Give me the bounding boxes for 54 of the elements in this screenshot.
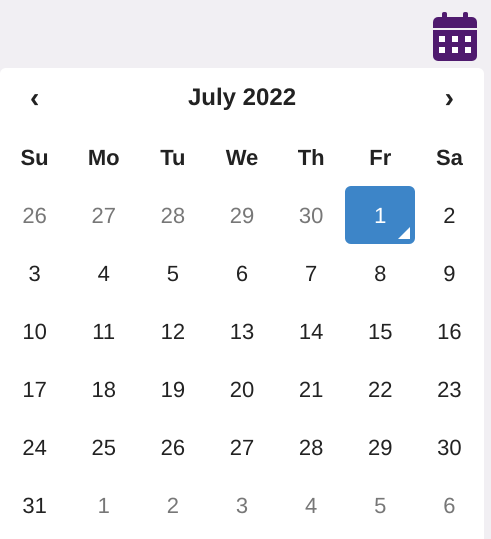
day-cell[interactable]: 2 [138,476,208,534]
day-cell[interactable]: 1 [68,476,139,534]
day-cell[interactable]: 7 [276,244,346,302]
day-cell[interactable]: 12 [138,302,208,360]
day-cell[interactable]: 20 [207,360,277,418]
day-cell[interactable]: 30 [414,418,484,476]
day-cell[interactable]: 17 [0,360,70,418]
day-cell[interactable]: 28 [138,186,208,244]
day-cell[interactable]: 27 [207,418,277,476]
month-title: July 2022 [188,83,296,113]
day-cell[interactable]: 6 [414,476,484,534]
day-cell[interactable]: 15 [345,302,416,360]
day-cell[interactable]: 23 [414,360,484,418]
day-cell[interactable]: 4 [68,244,139,302]
day-cell[interactable]: 6 [207,244,277,302]
day-cell[interactable]: 16 [414,302,484,360]
day-cell[interactable]: 2 [414,186,484,244]
day-cell[interactable]: 28 [276,418,346,476]
weekday-label: Th [298,144,325,172]
day-cell[interactable]: 21 [276,360,346,418]
day-cell[interactable]: 4 [276,476,346,534]
day-cell[interactable]: 11 [68,302,139,360]
day-cell[interactable]: 8 [345,244,416,302]
day-cell[interactable]: 10 [0,302,70,360]
day-cell[interactable]: 31 [0,476,70,534]
day-cell[interactable]: 24 [0,418,70,476]
day-cell[interactable]: 5 [345,476,416,534]
day-cell[interactable]: 5 [138,244,208,302]
weekday-label: Mo [88,144,120,172]
day-cell[interactable]: 26 [138,418,208,476]
previous-month-button[interactable]: ‹ [26,77,44,119]
day-cell[interactable]: 27 [68,186,139,244]
day-cell[interactable]: 1 [345,186,416,244]
weekday-label: Su [20,144,49,172]
day-cell[interactable]: 26 [0,186,70,244]
day-cell[interactable]: 14 [276,302,346,360]
day-cell[interactable]: 9 [414,244,484,302]
calendar-icon[interactable] [433,12,477,62]
day-cell[interactable]: 3 [207,476,277,534]
day-cell[interactable]: 29 [207,186,277,244]
weekday-label: Sa [436,144,463,172]
day-cell[interactable]: 18 [68,360,139,418]
day-cell[interactable]: 13 [207,302,277,360]
day-cell[interactable]: 19 [138,360,208,418]
weekday-label: Fr [369,144,392,172]
day-cell[interactable]: 25 [68,418,139,476]
day-cell[interactable]: 29 [345,418,416,476]
corner-triangle-icon [398,227,410,239]
weekday-label: Tu [160,144,186,172]
day-cell[interactable]: 3 [0,244,70,302]
weekday-label: We [226,144,258,172]
next-month-button[interactable]: › [440,77,458,119]
day-cell[interactable]: 22 [345,360,416,418]
day-cell[interactable]: 30 [276,186,346,244]
